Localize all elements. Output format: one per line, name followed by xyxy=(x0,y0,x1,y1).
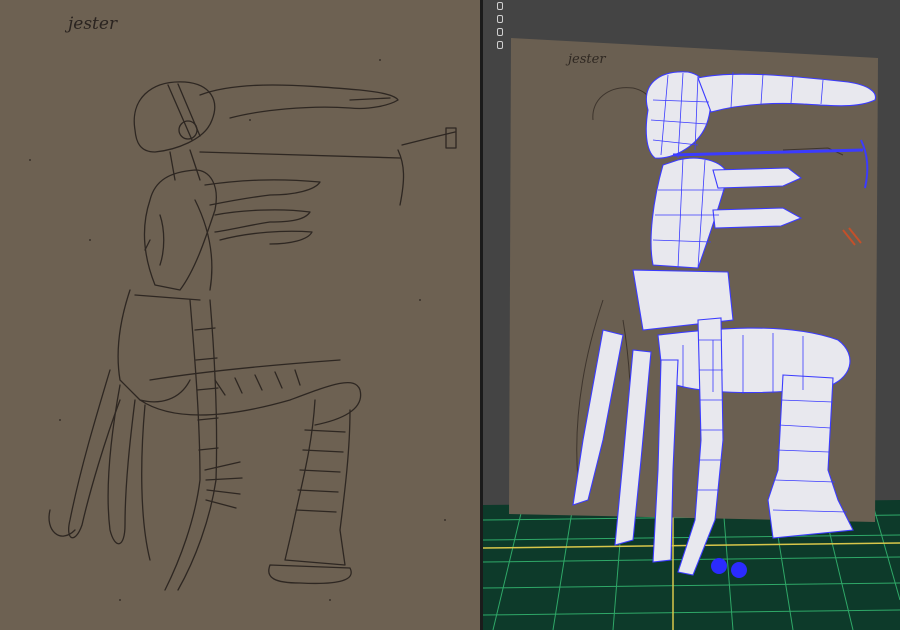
reference-sketch-panel: jester xyxy=(0,0,480,630)
viewport-scene[interactable] xyxy=(483,0,900,630)
sketch-title: jester xyxy=(68,14,118,34)
viewport-dot-icon[interactable] xyxy=(497,28,503,36)
viewport-dot-icon[interactable] xyxy=(497,41,503,49)
creature-sketch xyxy=(29,59,457,601)
viewport-dot-icon[interactable] xyxy=(497,15,503,23)
locator-sphere xyxy=(731,562,747,578)
locator-sphere xyxy=(711,558,727,574)
image-plane-label: jester xyxy=(568,52,606,67)
viewport-dot-icon[interactable] xyxy=(497,2,503,10)
viewport-toolbar[interactable] xyxy=(497,2,503,49)
3d-viewport[interactable]: jester xyxy=(483,0,900,630)
